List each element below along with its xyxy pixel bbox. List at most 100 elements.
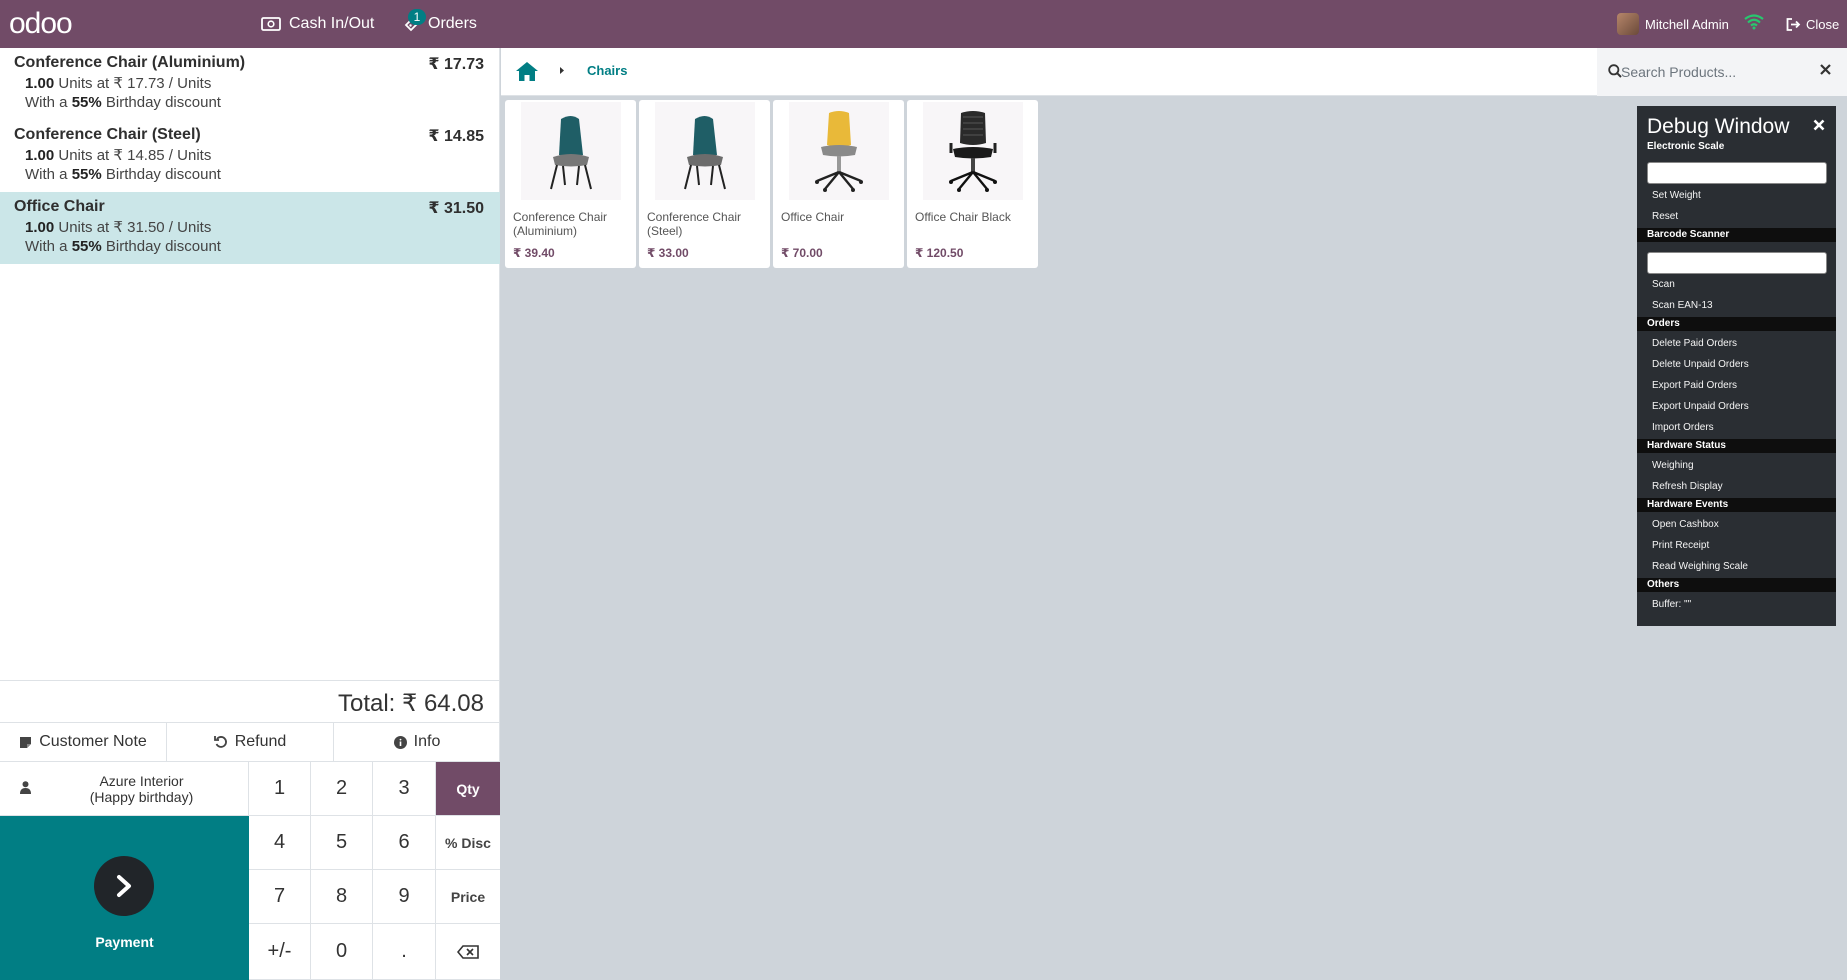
customer-button[interactable]: Azure Interior (Happy birthday)	[0, 762, 249, 816]
set-weight-button[interactable]: Set Weight	[1652, 190, 1701, 201]
import-orders-button[interactable]: Import Orders	[1652, 422, 1714, 433]
debug-section-others: Others	[1637, 578, 1836, 592]
numpad: 1 2 3 Qty 4 5 6 % Disc 7 8 9 Price +/- 0…	[249, 762, 500, 980]
numpad-key-sign[interactable]: +/-	[249, 924, 311, 980]
numpad-key-dot[interactable]: .	[373, 924, 436, 980]
product-name: Conference Chair (Aluminium)	[513, 210, 608, 238]
info-label: Info	[413, 733, 441, 750]
numpad-key-8[interactable]: 8	[311, 870, 373, 924]
numpad-key-7[interactable]: 7	[249, 870, 311, 924]
numpad-key-3[interactable]: 3	[373, 762, 436, 816]
line-product-name: Office Chair	[14, 198, 105, 215]
payment-button[interactable]: Payment	[0, 816, 249, 980]
customer-note-button[interactable]: Customer Note	[0, 723, 167, 761]
numpad-key-0[interactable]: 0	[311, 924, 373, 980]
product-image	[923, 102, 1023, 200]
product-price: ₹ 120.50	[915, 246, 964, 260]
print-receipt-button[interactable]: Print Receipt	[1652, 540, 1709, 551]
numpad-key-9[interactable]: 9	[373, 870, 436, 924]
debug-section-hardware-events: Hardware Events	[1637, 498, 1836, 512]
close-label: Close	[1806, 16, 1840, 32]
weight-input[interactable]	[1647, 162, 1827, 184]
breadcrumb-category[interactable]: Chairs	[587, 63, 627, 78]
numpad-key-6[interactable]: 6	[373, 816, 436, 870]
numpad-key-5[interactable]: 5	[311, 816, 373, 870]
yellow-office-chair-icon	[815, 111, 863, 192]
refund-button[interactable]: Refund	[167, 723, 334, 761]
debug-section-electronic-scale: Electronic Scale	[1637, 140, 1836, 154]
weighing-status[interactable]: Weighing	[1652, 460, 1694, 471]
order-lines: Conference Chair (Aluminium) ₹ 17.73 1.0…	[0, 48, 500, 680]
order-total: Total: ₹ 64.08	[0, 680, 500, 722]
numpad-mode-price[interactable]: Price	[436, 870, 500, 924]
product-price: ₹ 39.40	[513, 246, 555, 260]
close-icon[interactable]	[1813, 119, 1825, 131]
line-price: ₹ 14.85	[428, 128, 484, 145]
read-weighing-scale-button[interactable]: Read Weighing Scale	[1652, 561, 1748, 572]
user-name: Mitchell Admin	[1645, 16, 1729, 32]
line-price: ₹ 31.50	[428, 200, 484, 217]
line-price: ₹ 17.73	[428, 56, 484, 73]
backspace-icon	[457, 944, 479, 959]
product-card[interactable]: Conference Chair (Aluminium) ₹ 39.40	[505, 100, 636, 268]
export-paid-orders-button[interactable]: Export Paid Orders	[1652, 380, 1737, 391]
order-line-selected[interactable]: Office Chair ₹ 31.50 1.00 Units at ₹ 31.…	[0, 192, 500, 264]
product-name: Office Chair	[781, 210, 845, 224]
numpad-mode-discount[interactable]: % Disc	[436, 816, 500, 870]
open-cashbox-button[interactable]: Open Cashbox	[1652, 519, 1719, 530]
scan-ean13-button[interactable]: Scan EAN-13	[1652, 300, 1713, 311]
order-actions: Customer Note Refund Info	[0, 722, 500, 762]
info-button[interactable]: Info	[334, 723, 500, 761]
delete-unpaid-orders-button[interactable]: Delete Unpaid Orders	[1652, 359, 1749, 370]
numpad-key-4[interactable]: 4	[249, 816, 311, 870]
line-qty-info: 1.00 Units at ₹ 14.85 / Units	[25, 147, 212, 164]
product-card[interactable]: Office Chair ₹ 70.00	[773, 100, 904, 268]
customer-name: Azure Interior (Happy birthday)	[89, 772, 194, 805]
cash-in-out-label: Cash In/Out	[289, 15, 375, 32]
payment-label: Payment	[95, 934, 154, 950]
cash-in-out-button[interactable]: Cash In/Out	[261, 0, 374, 48]
search-icon	[1608, 64, 1622, 78]
payment-arrow-icon	[94, 856, 154, 916]
reset-button[interactable]: Reset	[1652, 211, 1678, 222]
refresh-display-button[interactable]: Refresh Display	[1652, 481, 1723, 492]
debug-window: Debug Window Electronic Scale Set Weight…	[1637, 106, 1836, 626]
product-name: Conference Chair (Steel)	[647, 210, 742, 238]
close-icon[interactable]	[1820, 64, 1831, 75]
product-image	[521, 102, 621, 200]
delete-paid-orders-button[interactable]: Delete Paid Orders	[1652, 338, 1737, 349]
numpad-backspace-button[interactable]	[436, 924, 500, 980]
debug-section-hardware-status: Hardware Status	[1637, 439, 1836, 453]
teal-chair-icon	[684, 116, 726, 190]
black-office-chair-icon	[949, 111, 997, 192]
user-avatar	[1617, 13, 1639, 35]
numpad-mode-qty[interactable]: Qty	[436, 762, 500, 816]
debug-window-title: Debug Window	[1647, 115, 1790, 138]
product-card[interactable]: Conference Chair (Steel) ₹ 33.00	[639, 100, 770, 268]
product-name: Office Chair Black	[915, 210, 1011, 224]
home-icon[interactable]	[515, 61, 539, 82]
line-discount-info: With a 55% Birthday discount	[25, 94, 221, 111]
scan-button[interactable]: Scan	[1652, 279, 1675, 290]
barcode-input[interactable]	[1647, 252, 1827, 274]
search-input[interactable]	[1621, 60, 1801, 84]
numpad-key-1[interactable]: 1	[249, 762, 311, 816]
line-product-name: Conference Chair (Steel)	[14, 126, 201, 143]
product-card[interactable]: Office Chair Black ₹ 120.50	[907, 100, 1038, 268]
undo-icon	[213, 736, 227, 748]
money-icon	[261, 17, 281, 31]
product-price: ₹ 33.00	[647, 246, 689, 260]
odoo-logo: odoo	[9, 8, 73, 40]
numpad-key-2[interactable]: 2	[311, 762, 373, 816]
user-menu[interactable]: Mitchell Admin	[1617, 0, 1729, 48]
export-unpaid-orders-button[interactable]: Export Unpaid Orders	[1652, 401, 1749, 412]
sign-out-icon	[1786, 17, 1801, 31]
line-discount-info: With a 55% Birthday discount	[25, 238, 221, 255]
orders-label: Orders	[428, 15, 477, 32]
order-line[interactable]: Conference Chair (Steel) ₹ 14.85 1.00 Un…	[0, 120, 500, 192]
order-line[interactable]: Conference Chair (Aluminium) ₹ 17.73 1.0…	[0, 48, 500, 120]
user-icon	[20, 781, 31, 794]
close-session-button[interactable]: Close	[1786, 0, 1839, 48]
buffer-value: Buffer: ""	[1652, 599, 1692, 610]
chevron-right-icon	[560, 67, 564, 74]
